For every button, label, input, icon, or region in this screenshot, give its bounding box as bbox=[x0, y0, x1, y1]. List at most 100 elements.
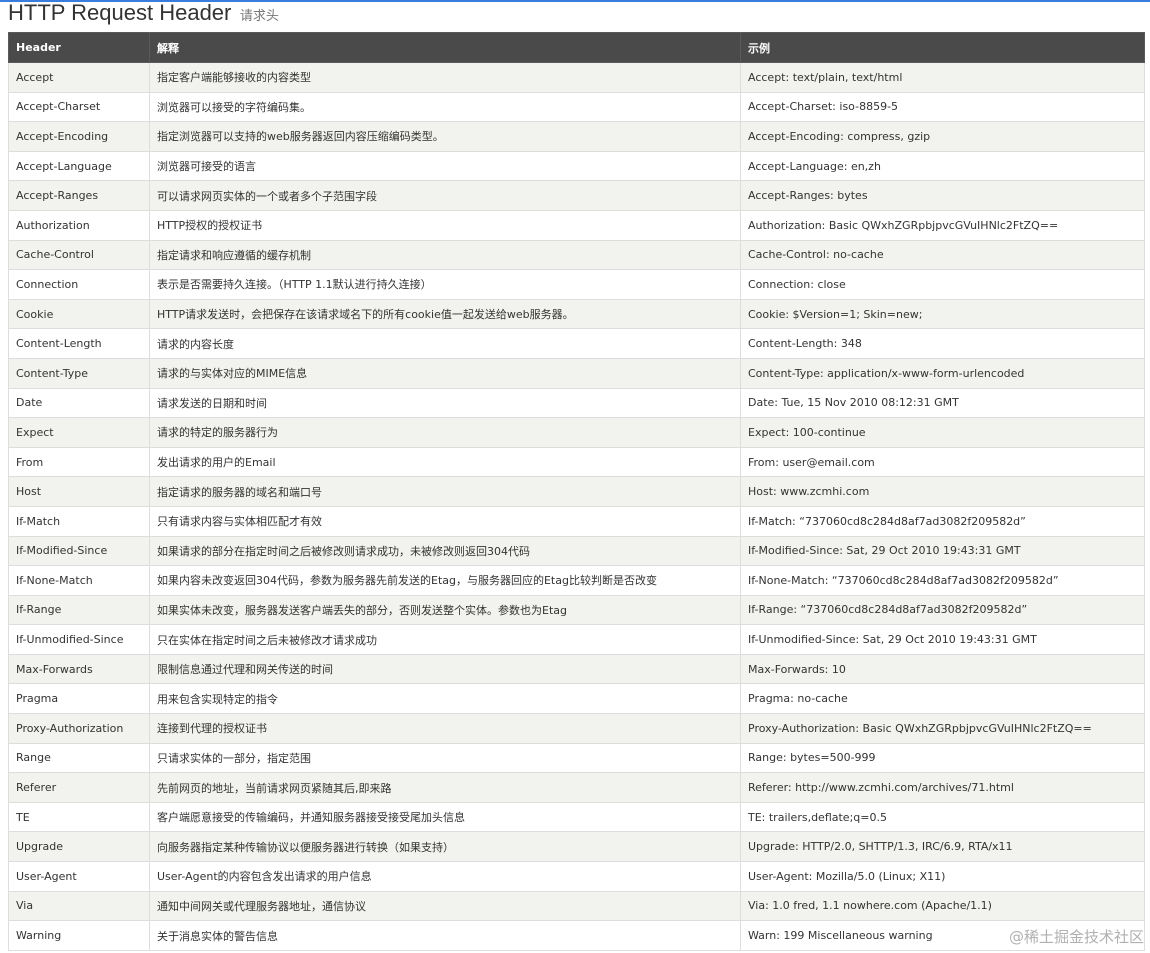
header-name-cell: Host bbox=[8, 476, 150, 507]
header-name-cell: Warning bbox=[8, 920, 150, 951]
header-name-cell: Referer bbox=[8, 772, 150, 803]
header-name-cell: Authorization bbox=[8, 209, 150, 241]
table-row: Accept-Ranges 可以请求网页实体的一个或者多个子范围字段 Accept-… bbox=[8, 180, 1145, 211]
title-sub: 请求头 bbox=[239, 9, 279, 24]
header-name-cell: Cookie bbox=[8, 298, 150, 330]
explanation-cell: 指定客户端能够接收的内容类型 bbox=[149, 62, 741, 93]
table-row: Upgrade 向服务器指定某种传输协议以便服务器进行转换（如果支持） Upgrad… bbox=[8, 831, 1145, 863]
example-cell: Upgrade: HTTP/2.0, SHTTP/1.3, IRC/6.9, R… bbox=[740, 831, 1145, 863]
http-header-table: Header 解释 示例 Accept 指定客户端能够接收的内容类型 Accept:… bbox=[8, 32, 1145, 951]
page-title: HTTP Request Header 请求头 bbox=[8, 0, 279, 30]
explanation-cell: 指定请求的服务器的域名和端口号 bbox=[149, 476, 741, 507]
example-cell: Authorization: Basic QWxhZGRpbjpvcGVuIHN… bbox=[740, 209, 1145, 241]
header-name-cell: Pragma bbox=[8, 683, 150, 715]
explanation-cell: 如果内容未改变返回304代码，参数为服务器先前发送的Etag，与服务器回应的Et… bbox=[149, 565, 741, 596]
watermark: @稀土掘金技术社区 bbox=[1008, 928, 1144, 946]
example-cell: Host: www.zcmhi.com bbox=[740, 476, 1145, 507]
example-cell: Date: Tue, 15 Nov 2010 08:12:31 GMT bbox=[740, 387, 1145, 419]
table-row: From 发出请求的用户的Email From: user@email.com bbox=[8, 446, 1145, 478]
explanation-cell: 向服务器指定某种传输协议以便服务器进行转换（如果支持） bbox=[149, 831, 741, 863]
header-name-cell: If-Match bbox=[8, 505, 150, 537]
table-row: Accept-Language 浏览器可接受的语言 Accept-Language:… bbox=[8, 150, 1145, 182]
header-name-cell: From bbox=[8, 446, 150, 478]
table-row: If-Unmodified-Since 只在实体在指定时间之后未被修改才请求成功 I… bbox=[8, 624, 1145, 655]
example-cell: If-Modified-Since: Sat, 29 Oct 2010 19:4… bbox=[740, 535, 1145, 567]
header-name-cell: Upgrade bbox=[8, 831, 150, 863]
explanation-cell: 如果实体未改变，服务器发送客户端丢失的部分，否则发送整个实体。参数也为Etag bbox=[149, 594, 741, 626]
explanation-cell: 浏览器可以接受的字符编码集。 bbox=[149, 91, 741, 123]
table-head: Header 解释 示例 bbox=[8, 32, 1145, 63]
header-name-cell: User-Agent bbox=[8, 861, 150, 892]
example-cell: If-Range: “737060cd8c284d8af7ad3082f2095… bbox=[740, 594, 1145, 626]
header-name-cell: Accept-Charset bbox=[8, 91, 150, 123]
explanation-cell: 表示是否需要持久连接。（HTTP 1.1默认进行持久连接） bbox=[149, 269, 741, 300]
explanation-cell: 客户端愿意接受的传输编码，并通知服务器接受接受尾加头信息 bbox=[149, 801, 741, 833]
table-row: Connection 表示是否需要持久连接。（HTTP 1.1默认进行持久连接） C… bbox=[8, 269, 1145, 300]
example-cell: Max-Forwards: 10 bbox=[740, 653, 1145, 685]
header-name-cell: If-Unmodified-Since bbox=[8, 624, 150, 655]
explanation-cell: 限制信息通过代理和网关传送的时间 bbox=[149, 653, 741, 685]
header-name-cell: Expect bbox=[8, 417, 150, 448]
table-row: Content-Length 请求的内容长度 Content-Length: 348 bbox=[8, 328, 1145, 359]
table-row: User-Agent User-Agent的内容包含发出请求的用户信息 User-A… bbox=[8, 861, 1145, 892]
example-cell: Content-Length: 348 bbox=[740, 328, 1145, 359]
table-row: If-Modified-Since 如果请求的部分在指定时间之后被修改则请求成功，… bbox=[8, 535, 1145, 567]
explanation-cell: 发出请求的用户的Email bbox=[149, 446, 741, 478]
table-row: Host 指定请求的服务器的域名和端口号 Host: www.zcmhi.com bbox=[8, 476, 1145, 507]
explanation-cell: 只有请求内容与实体相匹配才有效 bbox=[149, 505, 741, 537]
example-cell: Accept-Charset: iso-8859-5 bbox=[740, 91, 1145, 123]
example-cell: Cache-Control: no-cache bbox=[740, 239, 1145, 271]
table-row: Cache-Control 指定请求和响应遵循的缓存机制 Cache-Control… bbox=[8, 239, 1145, 271]
example-cell: Accept-Encoding: compress, gzip bbox=[740, 121, 1145, 152]
header-name-cell: Accept-Encoding bbox=[8, 121, 150, 152]
table-row: If-Range 如果实体未改变，服务器发送客户端丢失的部分，否则发送整个实体。参… bbox=[8, 594, 1145, 626]
example-cell: Accept: text/plain, text/html bbox=[740, 62, 1145, 93]
table-row: Cookie HTTP请求发送时，会把保存在该请求域名下的所有cookie值一起发… bbox=[8, 298, 1145, 330]
example-cell: Cookie: $Version=1; Skin=new; bbox=[740, 298, 1145, 330]
explanation-cell: 先前网页的地址，当前请求网页紧随其后,即来路 bbox=[149, 772, 741, 803]
title-main: HTTP Request Header bbox=[8, 0, 232, 25]
table-header-row: Header 解释 示例 bbox=[8, 32, 1145, 63]
column-header-explanation: 解释 bbox=[149, 32, 741, 63]
example-cell: Connection: close bbox=[740, 269, 1145, 300]
table-row: Expect 请求的特定的服务器行为 Expect: 100-continue bbox=[8, 417, 1145, 448]
table-row: Content-Type 请求的与实体对应的MIME信息 Content-Type:… bbox=[8, 357, 1145, 389]
header-name-cell: Proxy-Authorization bbox=[8, 713, 150, 744]
example-cell: If-Unmodified-Since: Sat, 29 Oct 2010 19… bbox=[740, 624, 1145, 655]
example-cell: If-Match: “737060cd8c284d8af7ad3082f2095… bbox=[740, 505, 1145, 537]
table-row: If-None-Match 如果内容未改变返回304代码，参数为服务器先前发送的E… bbox=[8, 565, 1145, 596]
header-name-cell: Max-Forwards bbox=[8, 653, 150, 685]
explanation-cell: 用来包含实现特定的指令 bbox=[149, 683, 741, 715]
example-cell: TE: trailers,deflate;q=0.5 bbox=[740, 801, 1145, 833]
header-name-cell: TE bbox=[8, 801, 150, 833]
table-row: Pragma 用来包含实现特定的指令 Pragma: no-cache bbox=[8, 683, 1145, 715]
explanation-cell: 连接到代理的授权证书 bbox=[149, 713, 741, 744]
table-row: Referer 先前网页的地址，当前请求网页紧随其后,即来路 Referer: ht… bbox=[8, 772, 1145, 803]
example-cell: Accept-Language: en,zh bbox=[740, 150, 1145, 182]
header-name-cell: Content-Length bbox=[8, 328, 150, 359]
example-cell: If-None-Match: “737060cd8c284d8af7ad3082… bbox=[740, 565, 1145, 596]
explanation-cell: 通知中间网关或代理服务器地址，通信协议 bbox=[149, 890, 741, 922]
explanation-cell: 请求的内容长度 bbox=[149, 328, 741, 359]
header-name-cell: Content-Type bbox=[8, 357, 150, 389]
table-row: Accept-Encoding 指定浏览器可以支持的web服务器返回内容压缩编码类… bbox=[8, 121, 1145, 152]
table-row: Via 通知中间网关或代理服务器地址，通信协议 Via: 1.0 fred, 1.1… bbox=[8, 890, 1145, 922]
column-header-example: 示例 bbox=[740, 32, 1145, 63]
explanation-cell: 只在实体在指定时间之后未被修改才请求成功 bbox=[149, 624, 741, 655]
explanation-cell: User-Agent的内容包含发出请求的用户信息 bbox=[149, 861, 741, 892]
example-cell: Via: 1.0 fred, 1.1 nowhere.com (Apache/1… bbox=[740, 890, 1145, 922]
explanation-cell: 关于消息实体的警告信息 bbox=[149, 920, 741, 951]
table-row: Max-Forwards 限制信息通过代理和网关传送的时间 Max-Forwards… bbox=[8, 653, 1145, 685]
example-cell: From: user@email.com bbox=[740, 446, 1145, 478]
explanation-cell: 只请求实体的一部分，指定范围 bbox=[149, 742, 741, 774]
header-name-cell: Cache-Control bbox=[8, 239, 150, 271]
table-row: Range 只请求实体的一部分，指定范围 Range: bytes=500-999 bbox=[8, 742, 1145, 774]
explanation-cell: 请求的特定的服务器行为 bbox=[149, 417, 741, 448]
header-name-cell: Accept bbox=[8, 62, 150, 93]
header-name-cell: Accept-Language bbox=[8, 150, 150, 182]
example-cell: Pragma: no-cache bbox=[740, 683, 1145, 715]
table-row: Accept 指定客户端能够接收的内容类型 Accept: text/plain, … bbox=[8, 62, 1145, 93]
example-cell: Accept-Ranges: bytes bbox=[740, 180, 1145, 211]
explanation-cell: HTTP请求发送时，会把保存在该请求域名下的所有cookie值一起发送给web服… bbox=[149, 298, 741, 330]
column-header-header: Header bbox=[8, 32, 150, 63]
